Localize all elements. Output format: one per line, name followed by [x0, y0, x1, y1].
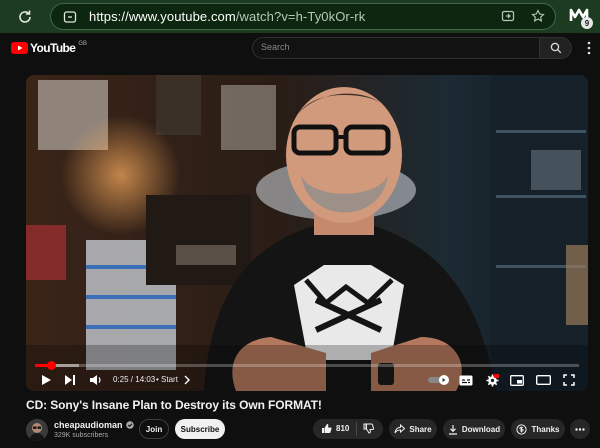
play-icon[interactable]: [38, 372, 54, 388]
download-icon: [448, 424, 457, 435]
join-button[interactable]: Join: [139, 419, 169, 439]
thumbs-down-icon: [363, 423, 375, 434]
fullscreen-icon[interactable]: [561, 372, 577, 388]
search-button[interactable]: [540, 37, 572, 59]
browser-toolbar: https://www.youtube.com/watch?v=h-Ty0kOr…: [0, 0, 600, 33]
like-count: 810: [336, 424, 350, 433]
like-divider: [356, 422, 357, 436]
settings-gear-icon[interactable]: [484, 372, 500, 388]
autoplay-toggle[interactable]: [428, 372, 450, 388]
lock-icon[interactable]: [63, 10, 77, 24]
url-text[interactable]: https://www.youtube.com/watch?v=h-Ty0kOr…: [89, 9, 365, 24]
more-actions-button[interactable]: [570, 419, 590, 439]
search-placeholder: Search: [261, 42, 290, 52]
channel-name-text: cheapaudioman: [54, 420, 123, 430]
subtitles-icon[interactable]: [458, 372, 474, 388]
search-icon: [550, 42, 561, 54]
address-bar[interactable]: https://www.youtube.com/watch?v=h-Ty0kOr…: [50, 3, 556, 30]
player-controls: 0:25 / 14:03 • Start: [26, 369, 588, 391]
extension-icon[interactable]: 9: [569, 5, 593, 29]
channel-avatar[interactable]: [26, 419, 48, 441]
thanks-label: Thanks: [531, 424, 560, 434]
more-vertical-icon[interactable]: [587, 41, 600, 55]
subscribe-button[interactable]: Subscribe: [175, 419, 225, 439]
youtube-masthead: YouTube GB Search: [0, 33, 600, 63]
logo-text: YouTube: [30, 41, 76, 55]
thanks-button[interactable]: Thanks: [511, 419, 565, 439]
like-dislike-group: 810: [313, 419, 383, 439]
thumbs-up-icon: [322, 424, 332, 433]
more-horizontal-icon: [575, 427, 585, 431]
theater-mode-icon[interactable]: [535, 372, 551, 388]
reload-icon[interactable]: [13, 5, 37, 29]
next-icon[interactable]: [62, 372, 78, 388]
youtube-logo-icon: [11, 42, 28, 54]
video-frame: [26, 75, 588, 391]
like-button[interactable]: 810: [321, 423, 349, 434]
bookmark-star-icon[interactable]: [531, 9, 545, 23]
download-label: Download: [461, 424, 501, 434]
youtube-logo[interactable]: YouTube GB: [11, 41, 87, 55]
download-button[interactable]: Download: [443, 419, 505, 439]
share-button[interactable]: Share: [389, 419, 437, 439]
url-host: https://www.youtube.com: [89, 9, 236, 24]
miniplayer-icon[interactable]: [509, 372, 525, 388]
video-title: CD: Sony's Insane Plan to Destroy its Ow…: [26, 398, 322, 412]
subscriber-count: 329K subscribers: [54, 432, 109, 439]
share-label: Share: [409, 424, 432, 434]
chapter-label[interactable]: • Start: [156, 375, 178, 384]
search-input[interactable]: Search: [252, 37, 540, 59]
dislike-button[interactable]: [363, 423, 375, 436]
join-label: Join: [145, 424, 163, 434]
subscribe-label: Subscribe: [180, 424, 220, 434]
channel-name[interactable]: cheapaudioman: [54, 420, 134, 430]
region-code: GB: [78, 41, 88, 47]
install-app-icon[interactable]: [501, 9, 515, 23]
thanks-heart-dollar-icon: [516, 423, 528, 435]
progress-bar[interactable]: [35, 361, 579, 370]
extension-badge: 9: [581, 17, 593, 29]
url-path: /watch?v=h-Ty0kOr-rk: [235, 9, 366, 24]
share-arrow-icon: [394, 424, 406, 434]
verified-icon: [125, 421, 134, 429]
time-display: 0:25 / 14:03: [113, 375, 156, 384]
chevron-right-icon[interactable]: [179, 372, 195, 388]
video-player[interactable]: 0:25 / 14:03 • Start: [26, 75, 588, 391]
volume-icon[interactable]: [87, 372, 103, 388]
